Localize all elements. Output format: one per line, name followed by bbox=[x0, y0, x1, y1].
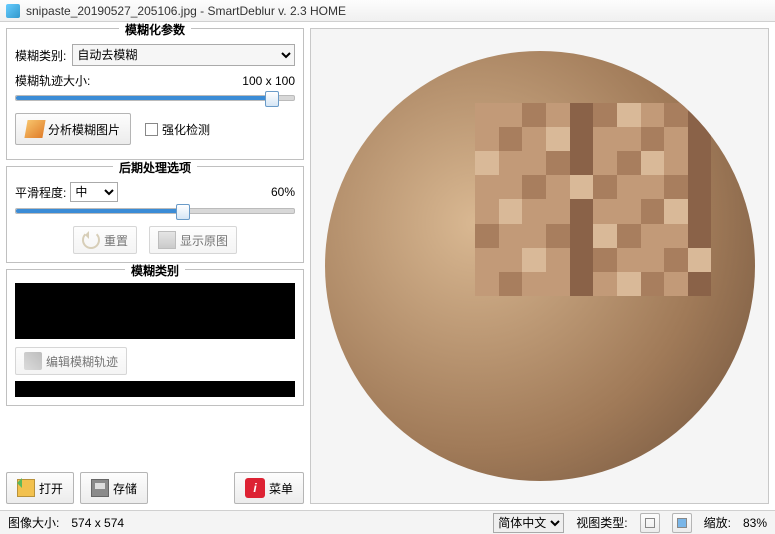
app-icon bbox=[6, 4, 20, 18]
kernel-legend: 模糊类别 bbox=[125, 264, 185, 278]
info-icon: i bbox=[245, 478, 265, 498]
blur-params-group: 模糊化参数 模糊类别: 自动去模糊 模糊轨迹大小: 100 x 100 分析模糊… bbox=[6, 28, 304, 160]
view-type-label: 视图类型: bbox=[576, 514, 627, 531]
image-size-value: 574 x 574 bbox=[71, 516, 124, 530]
analyze-button[interactable]: 分析模糊图片 bbox=[15, 113, 131, 145]
menu-label: 菜单 bbox=[269, 480, 293, 497]
save-icon bbox=[91, 479, 109, 497]
zoom-value: 83% bbox=[743, 516, 767, 530]
aggressive-checkbox[interactable]: 强化检测 bbox=[145, 121, 210, 138]
analyze-icon bbox=[24, 120, 45, 138]
trace-size-slider[interactable] bbox=[15, 95, 295, 101]
smooth-pct: 60% bbox=[271, 185, 295, 199]
checkbox-box bbox=[145, 123, 158, 136]
aggressive-label: 强化检测 bbox=[162, 121, 210, 138]
statusbar: 图像大小: 574 x 574 简体中文 视图类型: 缩放: 83% bbox=[0, 510, 775, 534]
menu-button[interactable]: i 菜单 bbox=[234, 472, 304, 504]
kernel-group: 模糊类别 编辑模糊轨迹 bbox=[6, 269, 304, 406]
image-size-label: 图像大小: bbox=[8, 514, 59, 531]
content: 模糊化参数 模糊类别: 自动去模糊 模糊轨迹大小: 100 x 100 分析模糊… bbox=[0, 22, 775, 510]
blur-type-label: 模糊类别: bbox=[15, 47, 66, 64]
left-panel: 模糊化参数 模糊类别: 自动去模糊 模糊轨迹大小: 100 x 100 分析模糊… bbox=[6, 28, 304, 504]
postprocess-group: 后期处理选项 平滑程度: 中 60% 重置 显示原图 bbox=[6, 166, 304, 263]
smooth-label: 平滑程度: bbox=[15, 184, 66, 201]
view-type-single[interactable] bbox=[640, 513, 660, 533]
pixelated-region bbox=[475, 103, 712, 297]
bottom-buttons: 打开 存储 i 菜单 bbox=[6, 472, 304, 504]
window-title: snipaste_20190527_205106.jpg - SmartDebl… bbox=[26, 4, 346, 18]
analyze-button-label: 分析模糊图片 bbox=[48, 121, 120, 138]
zoom-label: 缩放: bbox=[704, 514, 731, 531]
view-type-compare[interactable] bbox=[672, 513, 692, 533]
trace-size-label: 模糊轨迹大小: bbox=[15, 72, 90, 89]
open-label: 打开 bbox=[39, 480, 63, 497]
save-label: 存储 bbox=[113, 480, 137, 497]
reset-button-label: 重置 bbox=[104, 232, 128, 249]
edit-kernel-label: 编辑模糊轨迹 bbox=[46, 353, 118, 370]
save-button[interactable]: 存储 bbox=[80, 472, 148, 504]
smooth-select[interactable]: 中 bbox=[70, 182, 118, 202]
smooth-slider[interactable] bbox=[15, 208, 295, 214]
preview-image bbox=[325, 51, 755, 481]
show-original-label: 显示原图 bbox=[180, 232, 228, 249]
blur-params-legend: 模糊化参数 bbox=[119, 23, 191, 37]
postprocess-legend: 后期处理选项 bbox=[113, 161, 197, 175]
blur-type-select[interactable]: 自动去模糊 bbox=[72, 44, 295, 66]
kernel-preview bbox=[15, 283, 295, 339]
undo-icon bbox=[82, 231, 100, 249]
kernel-strip bbox=[15, 381, 295, 397]
language-select[interactable]: 简体中文 bbox=[493, 513, 564, 533]
titlebar: snipaste_20190527_205106.jpg - SmartDebl… bbox=[0, 0, 775, 22]
open-icon bbox=[17, 479, 35, 497]
image-icon bbox=[158, 231, 176, 249]
edit-kernel-button[interactable]: 编辑模糊轨迹 bbox=[15, 347, 127, 375]
pen-icon bbox=[24, 352, 42, 370]
trace-size-value: 100 x 100 bbox=[235, 74, 295, 88]
reset-button[interactable]: 重置 bbox=[73, 226, 137, 254]
show-original-button[interactable]: 显示原图 bbox=[149, 226, 237, 254]
image-viewport[interactable] bbox=[310, 28, 769, 504]
open-button[interactable]: 打开 bbox=[6, 472, 74, 504]
